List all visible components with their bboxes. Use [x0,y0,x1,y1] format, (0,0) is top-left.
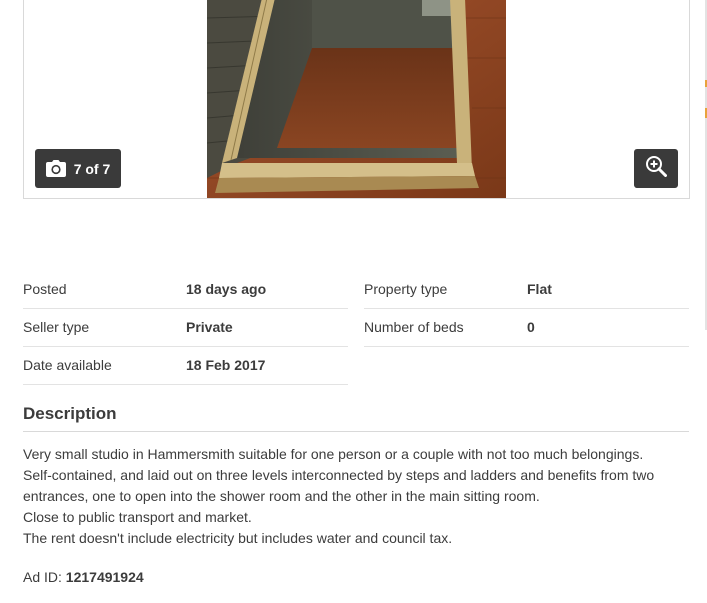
detail-label: Posted [23,281,67,297]
listing-photo[interactable] [207,0,506,198]
detail-value: Private [186,319,233,335]
photo-counter-label: 7 of 7 [73,160,111,177]
detail-label: Number of beds [364,319,464,335]
description-heading: Description [23,404,689,432]
zoom-in-icon [645,155,667,182]
detail-row-number-of-beds: Number of beds 0 [364,309,689,347]
ad-id-value: 1217491924 [65,569,144,585]
listing-page: 7 of 7 Posted 18 days ago Seller type Pr… [0,0,707,603]
detail-label: Date available [23,357,112,373]
detail-value: Flat [527,281,552,297]
detail-row-property-type: Property type Flat [364,271,689,309]
detail-label: Property type [364,281,448,297]
detail-value: 18 Feb 2017 [186,357,266,373]
description-line: Close to public transport and market. [23,509,252,525]
photo-counter-button[interactable]: 7 of 7 [35,149,121,188]
description-line: entrances, one to open into the shower r… [23,488,540,504]
ad-id-label: Ad ID: [23,569,62,585]
description-line: The rent doesn't include electricity but… [23,530,453,546]
detail-value: 0 [527,319,535,335]
details-column-right: Property type Flat Number of beds 0 [364,271,689,347]
ad-id: Ad ID: 1217491924 [23,569,144,585]
camera-icon [45,160,66,177]
detail-row-posted: Posted 18 days ago [23,271,348,309]
detail-row-date-available: Date available 18 Feb 2017 [23,347,348,385]
detail-row-seller-type: Seller type Private [23,309,348,347]
description-line: Self-contained, and laid out on three le… [23,467,655,483]
details-column-left: Posted 18 days ago Seller type Private D… [23,271,348,385]
zoom-button[interactable] [634,149,678,188]
detail-value: 18 days ago [186,281,267,297]
description-text: Very small studio in Hammersmith suitabl… [23,444,693,549]
photo-gallery: 7 of 7 [23,0,690,199]
description-line: Very small studio in Hammersmith suitabl… [23,446,644,462]
detail-label: Seller type [23,319,90,335]
